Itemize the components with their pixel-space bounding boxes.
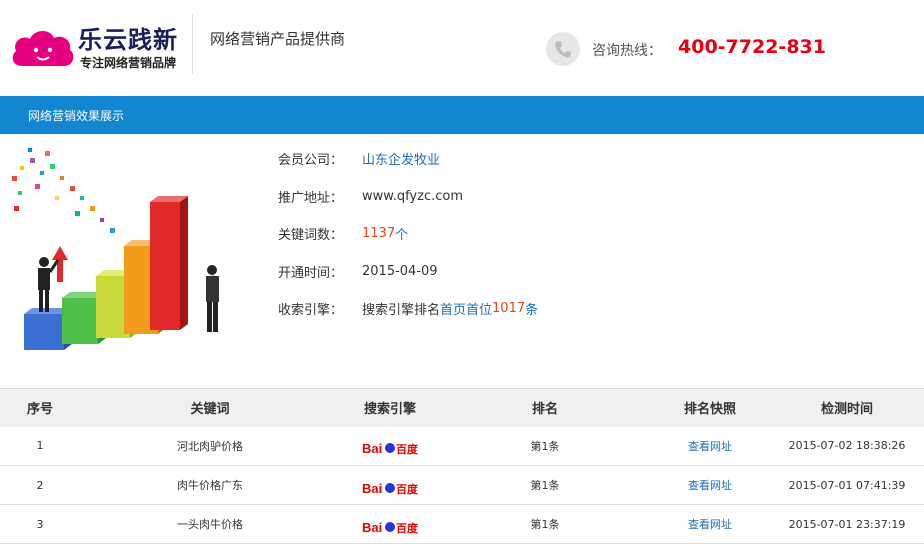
site-logo[interactable]: 乐云践新 专注网络营销品牌 <box>10 18 190 74</box>
company-label: 会员公司： <box>278 153 344 169</box>
start-date-value: 2015-04-09 <box>362 263 438 279</box>
keywords-label: 关键词数： <box>278 228 344 244</box>
row-rank: 第1条 <box>530 518 560 531</box>
keywords-count: 1137 <box>362 226 396 242</box>
hotline-number[interactable]: 400-7722-831 <box>678 36 826 58</box>
svg-text:百度: 百度 <box>396 482 418 496</box>
svg-text:Bai: Bai <box>362 481 382 496</box>
header-snapshot: 排名快照 <box>650 388 770 427</box>
growth-chart-illustration <box>0 136 260 366</box>
row-keyword: 一头肉牛价格 <box>177 518 243 531</box>
header-keyword: 关键词 <box>80 388 340 427</box>
table-row: 2 肉牛价格广东 Bai 百度 第1条 查看网址 2015-07-01 07:4… <box>0 466 924 505</box>
ranking-table: 序号 关键词 搜索引擎 排名 排名快照 检测时间 1 河北肉驴价格 Bai 百度 <box>0 388 924 544</box>
row-snapshot-link[interactable]: 查看网址 <box>650 466 770 505</box>
start-date-label: 开通时间： <box>278 265 344 281</box>
row-time: 2015-07-02 18:38:26 <box>788 439 906 453</box>
header-time: 检测时间 <box>770 388 924 427</box>
site-header: 乐云践新 专注网络营销品牌 网络营销产品提供商 咨询热线： 400-7722-8… <box>0 0 924 96</box>
table-row: 3 一头肉牛价格 Bai 百度 第1条 查看网址 2015-07-01 23:3… <box>0 505 924 544</box>
tagline: 网络营销产品提供商 <box>210 30 346 48</box>
row-engine: Bai 百度 <box>340 427 440 466</box>
ranking-table-wrapper: 序号 关键词 搜索引擎 排名 排名快照 检测时间 1 河北肉驴价格 Bai 百度 <box>0 388 924 555</box>
logo-title: 乐云践新 <box>78 26 178 54</box>
row-time: 2015-07-01 07:41:39 <box>788 478 906 492</box>
url-value[interactable]: www.qfyzc.com <box>362 189 463 204</box>
info-row-keywords: 关键词数： 1137 个 <box>278 215 878 253</box>
cloud-logo-icon <box>12 30 74 66</box>
engine-label: 收索引擎： <box>278 303 344 319</box>
svg-text:Bai: Bai <box>362 520 382 535</box>
company-value[interactable]: 山东企发牧业 <box>362 149 440 168</box>
hotline-label: 咨询热线： <box>592 43 662 59</box>
row-index: 2 <box>36 478 44 492</box>
row-snapshot-link[interactable]: 查看网址 <box>650 505 770 544</box>
url-label: 推广地址： <box>278 190 344 206</box>
svg-text:百度: 百度 <box>396 521 418 535</box>
logo-subtitle: 专注网络营销品牌 <box>80 56 177 70</box>
info-row-engine: 收索引擎： 搜索引擎排名 首页首位 1017 条 <box>278 290 878 328</box>
row-engine: Bai 百度 <box>340 466 440 505</box>
svg-text:百度: 百度 <box>396 442 418 456</box>
header-divider <box>192 14 193 74</box>
header-engine: 搜索引擎 <box>340 388 440 427</box>
engine-suffix: 条 <box>525 303 539 319</box>
baidu-logo-icon: Bai 百度 <box>362 520 418 535</box>
row-snapshot-link[interactable]: 查看网址 <box>650 427 770 466</box>
engine-prefix: 搜索引擎排名 <box>362 303 441 319</box>
table-row: 1 河北肉驴价格 Bai 百度 第1条 查看网址 2015-07-02 18:3… <box>0 427 924 466</box>
member-info-list: 会员公司： 山东企发牧业 推广地址： www.qfyzc.com 关键词数： 1… <box>278 140 878 328</box>
row-index: 3 <box>36 517 44 531</box>
section-title-bar: 网络营销效果展示 <box>0 96 924 134</box>
row-engine: Bai 百度 <box>340 505 440 544</box>
engine-mid: 首页首位 <box>440 303 493 319</box>
baidu-logo-icon: Bai 百度 <box>362 481 418 496</box>
svg-text:Bai: Bai <box>362 441 382 456</box>
info-row-company: 会员公司： 山东企发牧业 <box>278 140 878 178</box>
info-row-url: 推广地址： www.qfyzc.com <box>278 178 878 216</box>
engine-count: 1017 <box>492 301 526 317</box>
row-keyword: 肉牛价格广东 <box>177 479 243 492</box>
keywords-unit: 个 <box>395 228 409 244</box>
row-rank: 第1条 <box>530 439 560 453</box>
row-time: 2015-07-01 23:37:19 <box>788 517 906 531</box>
phone-icon <box>546 32 580 66</box>
header-index: 序号 <box>0 388 80 427</box>
section-title: 网络营销效果展示 <box>28 109 125 123</box>
row-keyword: 河北肉驴价格 <box>177 439 243 453</box>
row-rank: 第1条 <box>530 479 560 492</box>
baidu-logo-icon: Bai 百度 <box>362 441 418 456</box>
header-rank: 排名 <box>440 388 650 427</box>
row-index: 1 <box>36 439 44 453</box>
table-header-row: 序号 关键词 搜索引擎 排名 排名快照 检测时间 <box>0 388 924 427</box>
info-row-start-date: 开通时间： 2015-04-09 <box>278 253 878 291</box>
